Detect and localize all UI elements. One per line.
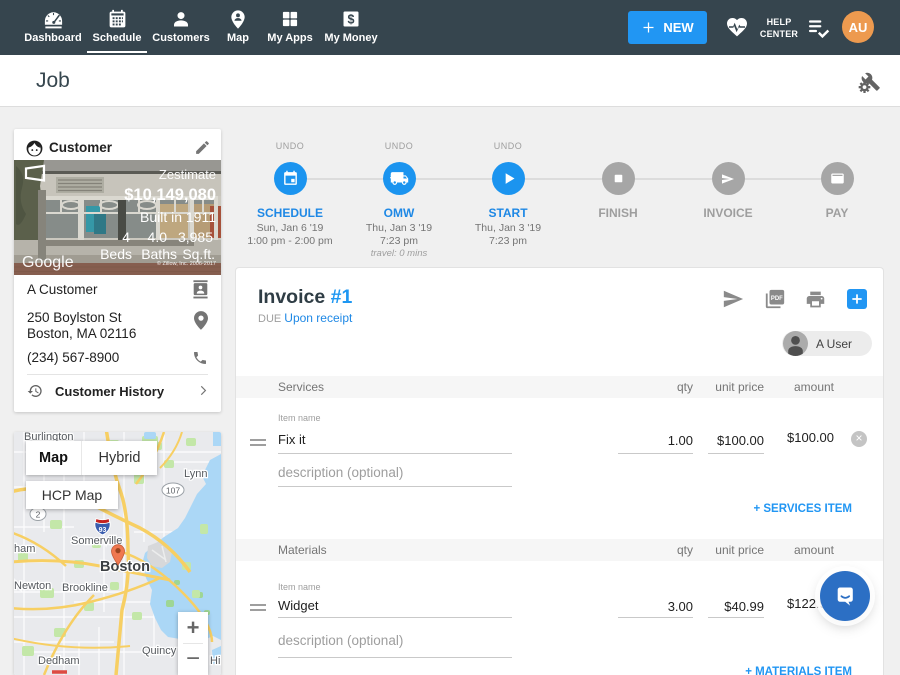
svg-text:Quincy: Quincy bbox=[142, 645, 177, 657]
svg-text:93: 93 bbox=[99, 527, 107, 534]
svg-text:PDF: PDF bbox=[771, 296, 783, 302]
svg-text:2: 2 bbox=[36, 510, 41, 520]
svg-text:Zestimate: Zestimate bbox=[159, 167, 216, 182]
svg-text:Dedham: Dedham bbox=[38, 655, 80, 667]
svg-text:Sq.ft.: Sq.ft. bbox=[182, 246, 215, 262]
svg-text:Built in 1911: Built in 1911 bbox=[140, 209, 216, 225]
svg-text:4.0: 4.0 bbox=[148, 229, 168, 245]
svg-text:ham: ham bbox=[14, 543, 35, 555]
svg-text:3,985: 3,985 bbox=[178, 229, 213, 245]
svg-text:Brookline: Brookline bbox=[62, 582, 108, 594]
svg-text:Lynn: Lynn bbox=[184, 468, 207, 480]
svg-text:$: $ bbox=[348, 13, 355, 27]
svg-text:$10,149,080: $10,149,080 bbox=[124, 186, 216, 204]
svg-text:Google: Google bbox=[22, 254, 74, 271]
svg-text:107: 107 bbox=[166, 486, 180, 496]
svg-text:Baths: Baths bbox=[141, 246, 177, 262]
svg-text:© Zillow, Inc. 2006-2017: © Zillow, Inc. 2006-2017 bbox=[157, 260, 216, 267]
svg-text:Beds: Beds bbox=[100, 246, 132, 262]
svg-text:Hi: Hi bbox=[210, 655, 220, 667]
svg-text:Newton: Newton bbox=[14, 580, 51, 592]
svg-text:4: 4 bbox=[122, 229, 130, 245]
svg-text:Boston: Boston bbox=[100, 559, 150, 575]
